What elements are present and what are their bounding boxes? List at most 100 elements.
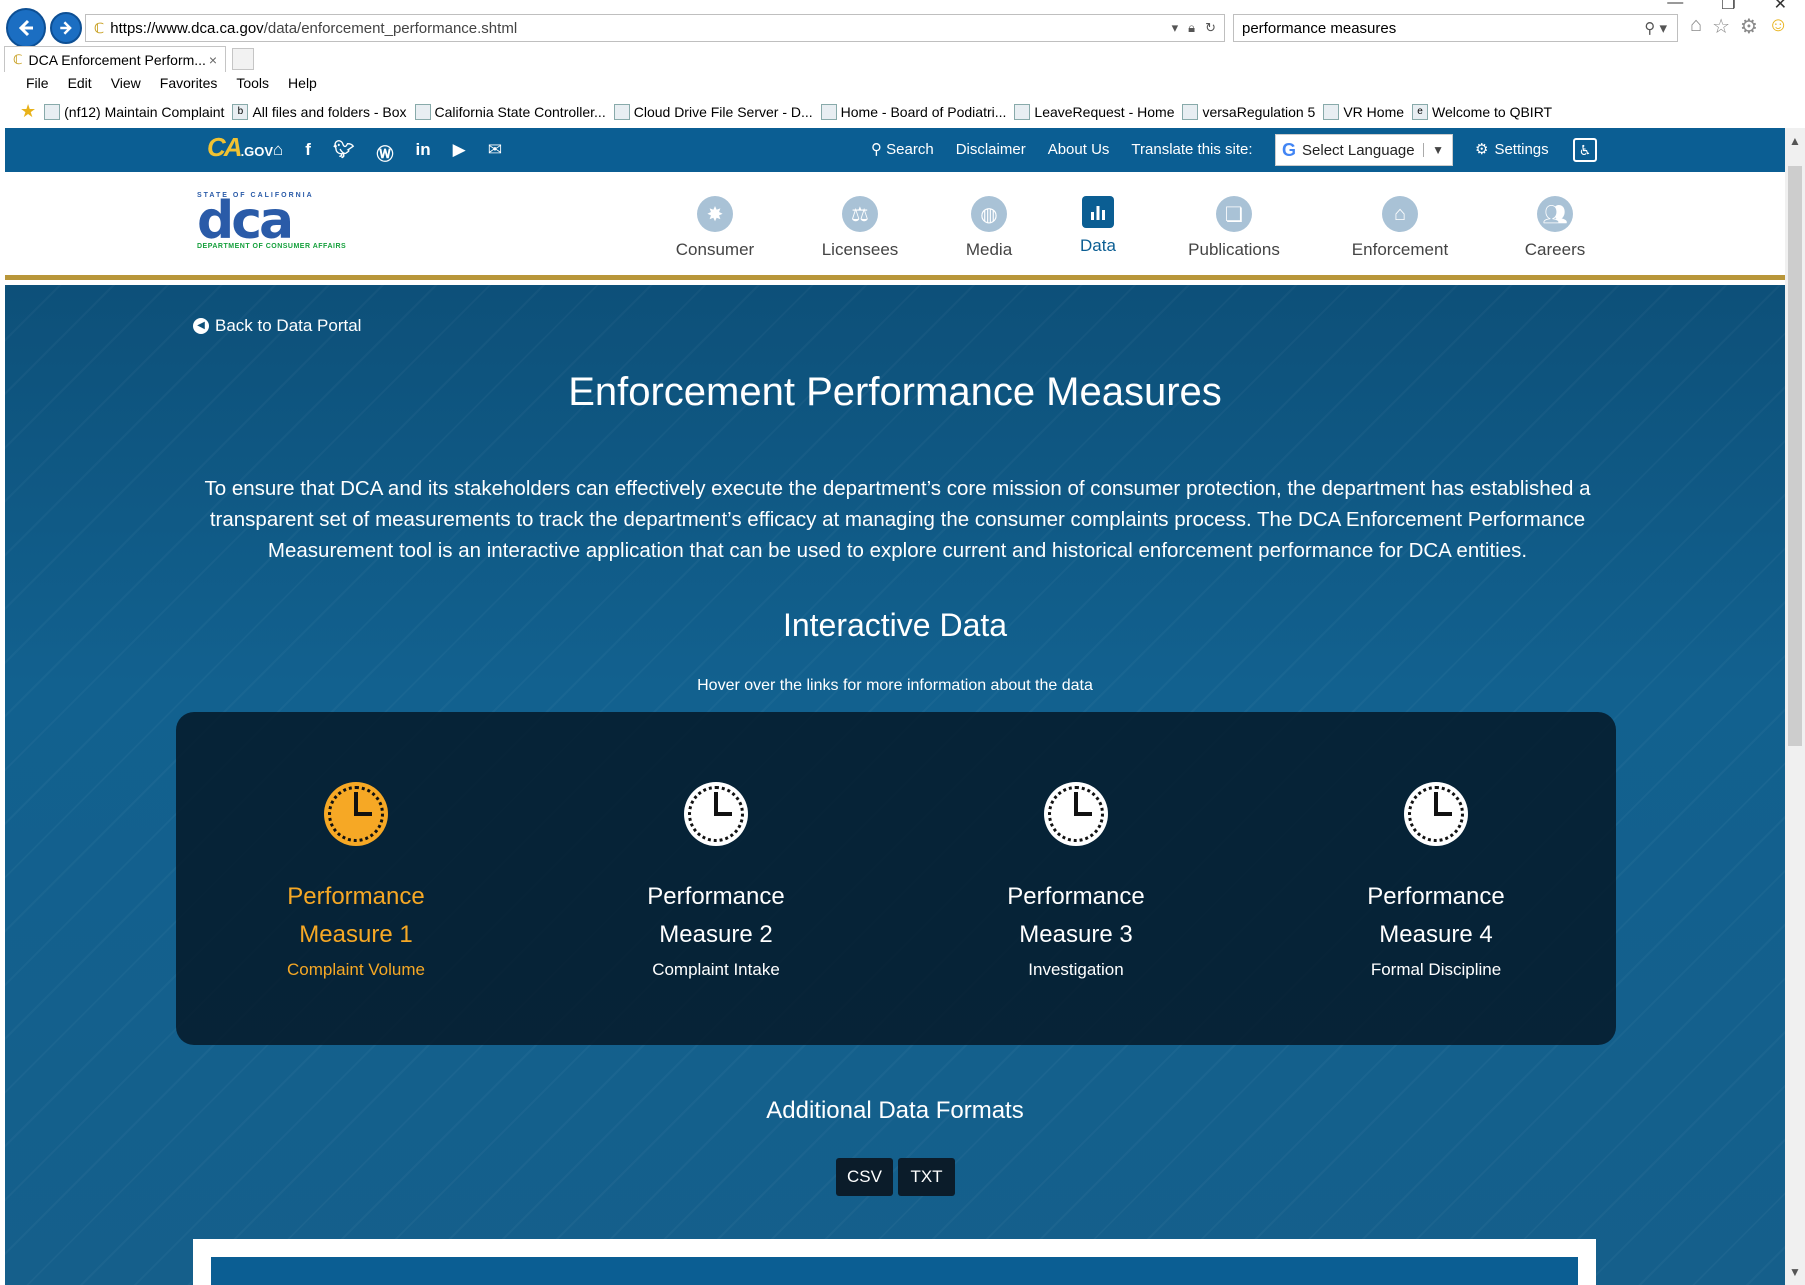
site-header: STATE OF CALIFORNIA dca DEPARTMENT OF CO…: [5, 172, 1785, 280]
home-icon[interactable]: ⌂: [1690, 14, 1702, 39]
performance-measure-1[interactable]: Performance Measure 1 Complaint Volume: [176, 712, 536, 1045]
page-icon: [1323, 103, 1340, 120]
nav-enforcement[interactable]: ⌂ Enforcement: [1315, 196, 1485, 260]
favorite-link[interactable]: versaRegulation 5: [1182, 103, 1316, 120]
search-icon[interactable]: ⚲ ▾: [1644, 19, 1677, 37]
nav-label: Media: [965, 240, 1013, 259]
csv-download-button[interactable]: CSV: [836, 1158, 893, 1196]
menu-view[interactable]: View: [111, 75, 141, 91]
nav-consumer[interactable]: ✸ Consumer: [645, 196, 785, 260]
menu-tools[interactable]: Tools: [236, 75, 269, 91]
vertical-scrollbar[interactable]: ▲ ▼: [1785, 128, 1805, 1285]
wordpress-icon[interactable]: Ⓦ: [377, 140, 394, 165]
linkedin-icon[interactable]: in: [416, 140, 431, 165]
language-select[interactable]: G Select Language ▼: [1275, 134, 1453, 166]
menu-favorites[interactable]: Favorites: [160, 75, 218, 91]
favorite-link[interactable]: California State Controller...: [414, 103, 606, 120]
clock-icon: [1404, 782, 1468, 846]
dashboard-header: [211, 1257, 1578, 1285]
search-icon: ⚲: [871, 141, 887, 158]
nav-label: Consumer: [675, 240, 755, 259]
txt-download-button[interactable]: TXT: [898, 1158, 955, 1196]
new-tab-button[interactable]: [232, 48, 254, 70]
translate-label: Translate this site:: [1131, 140, 1253, 158]
nav-publications[interactable]: ❏ Publications: [1153, 196, 1315, 260]
ca-gov-logo[interactable]: CA.GOV: [207, 132, 273, 163]
scroll-down-icon[interactable]: ▼: [1789, 1265, 1801, 1279]
settings-button[interactable]: ⚙ Settings: [1475, 140, 1549, 159]
performance-measure-2[interactable]: Performance Measure 2 Complaint Intake: [536, 712, 896, 1045]
favorite-link[interactable]: e Welcome to QBIRT: [1412, 103, 1552, 120]
favorite-link[interactable]: Home - Board of Podiatri...: [820, 103, 1006, 120]
hero-section: ◀ Back to Data Portal Enforcement Perfor…: [5, 285, 1785, 1285]
favorite-link[interactable]: Cloud Drive File Server - D...: [613, 103, 813, 120]
browser-back-button[interactable]: [6, 8, 46, 48]
dca-logo[interactable]: STATE OF CALIFORNIA dca DEPARTMENT OF CO…: [197, 192, 367, 250]
page-description: To ensure that DCA and its stakeholders …: [204, 477, 1591, 562]
menu-help[interactable]: Help: [288, 75, 317, 91]
measure-title: Performance: [1367, 883, 1505, 910]
favorite-link[interactable]: (nf12) Maintain Complaint: [44, 103, 224, 120]
favorite-label: versaRegulation 5: [1202, 103, 1316, 120]
browser-tab[interactable]: ℂ DCA Enforcement Perform... ×: [4, 46, 226, 72]
favorites-star-icon[interactable]: ★: [20, 101, 36, 122]
nav-careers[interactable]: 👥︎ Careers: [1485, 196, 1625, 260]
favorite-label: Cloud Drive File Server - D...: [633, 103, 813, 120]
home-icon[interactable]: ⌂: [273, 140, 283, 165]
measure-number: Measure 2: [659, 921, 773, 948]
measure-title: Performance: [647, 883, 785, 910]
performance-measure-3[interactable]: Performance Measure 3 Investigation: [896, 712, 1256, 1045]
email-icon[interactable]: ✉: [488, 140, 502, 165]
restore-icon[interactable]: ❐: [1721, 0, 1735, 14]
favorites-bar: ★ (nf12) Maintain Complaint b All files a…: [20, 101, 1552, 122]
ie-icon: e: [1412, 103, 1429, 120]
favorite-link[interactable]: VR Home: [1323, 103, 1404, 120]
arrow-left-icon: [18, 19, 33, 37]
bar-chart-icon: [1082, 196, 1114, 228]
ca-gov-logo-sub: .GOV: [240, 144, 274, 159]
browser-forward-button[interactable]: [50, 12, 82, 44]
ca-gov-favicon-icon: ℂ: [94, 19, 105, 36]
additional-data-formats-heading: Additional Data Formats: [766, 1097, 1024, 1124]
minimize-icon[interactable]: —: [1667, 0, 1683, 14]
scrollbar-thumb[interactable]: [1788, 166, 1802, 746]
refresh-icon[interactable]: ↻: [1205, 20, 1216, 36]
feedback-smiley-icon[interactable]: ☺: [1768, 14, 1788, 39]
twitter-icon[interactable]: 🐦︎: [333, 140, 355, 165]
back-to-data-portal-link[interactable]: ◀ Back to Data Portal: [193, 316, 361, 336]
favorite-label: LeaveRequest - Home: [1034, 103, 1175, 120]
favorite-link[interactable]: b All files and folders - Box: [232, 103, 407, 120]
about-us-link[interactable]: About Us: [1048, 141, 1110, 158]
scroll-up-icon[interactable]: ▲: [1789, 134, 1801, 148]
performance-measure-4[interactable]: Performance Measure 4 Formal Discipline: [1256, 712, 1616, 1045]
lock-icon[interactable]: 🔒︎: [1188, 20, 1195, 36]
ca-gov-logo-text: CA: [207, 132, 243, 162]
close-window-icon[interactable]: ✕: [1774, 0, 1787, 14]
nav-licensees[interactable]: ⚖ Licensees: [785, 196, 935, 260]
nav-data[interactable]: Data: [1043, 196, 1153, 260]
logo-bottom-text: DEPARTMENT OF CONSUMER AFFAIRS: [197, 243, 347, 250]
url-path: /data/enforcement_performance.shtml: [263, 19, 518, 37]
favorite-label: All files and folders - Box: [252, 103, 407, 120]
dropdown-arrow-icon[interactable]: ▾: [1172, 20, 1179, 36]
menu-file[interactable]: File: [26, 75, 49, 91]
disclaimer-link[interactable]: Disclaimer: [956, 141, 1026, 158]
address-bar[interactable]: ℂ https://www.dca.ca.gov/data/enforcemen…: [85, 14, 1225, 42]
search-link[interactable]: ⚲ Search: [871, 140, 934, 158]
favorites-star-icon[interactable]: ☆: [1712, 14, 1730, 39]
page-title: Enforcement Performance Measures: [568, 370, 1222, 414]
menu-edit[interactable]: Edit: [68, 75, 92, 91]
nav-media[interactable]: ◍ Media: [935, 196, 1043, 260]
clock-icon: [684, 782, 748, 846]
measure-subtitle: Complaint Intake: [652, 960, 780, 979]
accessibility-icon[interactable]: ♿: [1573, 138, 1597, 162]
language-select-label: Select Language: [1302, 141, 1415, 159]
gear-icon[interactable]: ⚙: [1740, 14, 1758, 39]
facebook-icon[interactable]: f: [305, 140, 311, 165]
youtube-icon[interactable]: ▶: [453, 140, 466, 165]
ca-gov-icon: [820, 103, 837, 120]
search-query: performance measures: [1242, 19, 1397, 37]
tab-close-icon[interactable]: ×: [209, 52, 225, 68]
favorite-link[interactable]: LeaveRequest - Home: [1014, 103, 1175, 120]
browser-search-box[interactable]: performance measures ⚲ ▾: [1233, 14, 1678, 42]
